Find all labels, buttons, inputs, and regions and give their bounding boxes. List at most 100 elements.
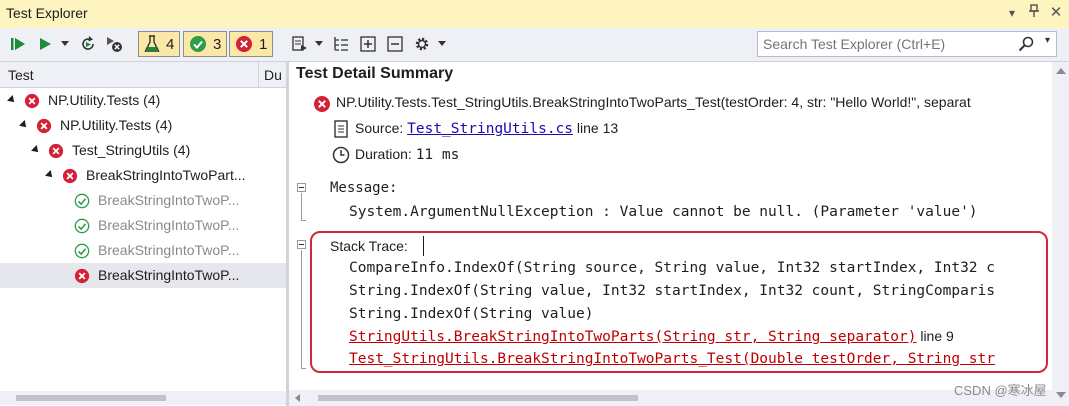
scrollbar-thumb[interactable] <box>318 395 638 401</box>
dropdown-icon <box>61 41 69 46</box>
cancel-run-button[interactable] <box>103 33 125 55</box>
repeat-last-run-button[interactable] <box>77 33 99 55</box>
tree-item-label: NP.Utility.Tests (4) <box>48 92 161 108</box>
duration-label: Duration: <box>355 146 412 162</box>
fail-icon <box>62 168 78 184</box>
title-bar: Test Explorer ▾ ✕ <box>0 0 1069 29</box>
dropdown-icon <box>315 41 323 46</box>
scroll-up-icon[interactable] <box>1056 68 1066 74</box>
search-input[interactable] <box>763 35 1023 53</box>
expand-arrow-icon[interactable] <box>45 170 55 180</box>
refresh-icon <box>82 36 94 50</box>
expand-all-button[interactable] <box>357 33 379 55</box>
detail-vertical-scrollbar[interactable] <box>1052 62 1069 406</box>
tree-item[interactable]: BreakStringIntoTwoPart... <box>0 163 286 188</box>
flask-icon <box>144 35 160 52</box>
search-icon[interactable] <box>1018 36 1034 55</box>
clock-icon <box>332 146 350 164</box>
stack-trace-collapse-toggle[interactable] <box>297 240 306 249</box>
expand-arrow-icon[interactable] <box>19 120 29 130</box>
dropdown-icon <box>438 41 446 46</box>
scroll-down-icon[interactable] <box>1056 392 1066 398</box>
passed-count: 3 <box>213 35 222 53</box>
test-detail-panel: Test Detail Summary NP.Utility.Tests.Tes… <box>289 62 1069 406</box>
duration-row: Duration: 11 ms <box>355 146 459 163</box>
fail-icon <box>74 268 90 284</box>
tree-item-label: BreakStringIntoTwoP... <box>98 267 240 283</box>
tree-item[interactable]: NP.Utility.Tests (4) <box>0 88 286 113</box>
settings-icon <box>415 37 429 51</box>
run-button[interactable] <box>34 33 56 55</box>
failed-tests-filter[interactable]: 1 <box>229 31 274 57</box>
settings-dropdown-button[interactable] <box>436 33 448 55</box>
column-header-duration[interactable]: Du <box>259 62 286 88</box>
run-all-icon <box>11 38 25 50</box>
column-header-duration-label: Du <box>264 67 282 83</box>
hierarchy-icon <box>334 37 348 51</box>
tree-item[interactable]: NP.Utility.Tests (4) <box>0 113 286 138</box>
fail-icon <box>236 36 252 52</box>
source-file-link[interactable]: Test_StringUtils.cs <box>407 121 573 137</box>
tree-item-label: Test_StringUtils (4) <box>72 142 191 158</box>
run-all-button[interactable] <box>6 33 30 55</box>
message-fold-line <box>301 193 302 220</box>
expand-arrow-icon[interactable] <box>7 95 17 105</box>
pass-icon <box>190 36 206 52</box>
stack-fold-end <box>301 368 306 369</box>
fail-icon <box>314 96 330 112</box>
test-tree-panel: Test Du NP.Utility.Tests (4) NP.Utility.T… <box>0 62 286 406</box>
column-header-test-label: Test <box>8 67 34 83</box>
tree-item[interactable]: BreakStringIntoTwoP... <box>0 188 286 213</box>
tree-item[interactable]: Test_StringUtils (4) <box>0 138 286 163</box>
scrollbar-thumb[interactable] <box>16 395 166 401</box>
expand-arrow-icon[interactable] <box>31 145 41 155</box>
playlist-button[interactable] <box>289 33 311 55</box>
run-dropdown-button[interactable] <box>58 33 72 55</box>
cancel-run-icon <box>107 37 122 52</box>
tree-item-label: BreakStringIntoTwoP... <box>98 217 240 233</box>
fail-icon <box>48 143 64 159</box>
window-options-dropdown-icon[interactable]: ▾ <box>1003 4 1021 22</box>
total-tests-filter[interactable]: 4 <box>138 31 181 57</box>
close-icon[interactable]: ✕ <box>1047 4 1065 22</box>
message-text: System.ArgumentNullException : Value can… <box>349 204 978 220</box>
fail-icon <box>24 93 40 109</box>
search-box[interactable]: ▾ <box>757 31 1057 57</box>
collapse-all-button[interactable] <box>384 33 406 55</box>
detail-horizontal-scrollbar[interactable] <box>289 390 1052 406</box>
failed-count: 1 <box>259 35 268 53</box>
group-by-button[interactable] <box>330 33 352 55</box>
total-count: 4 <box>166 35 175 53</box>
fail-icon <box>36 118 52 134</box>
scroll-left-icon[interactable] <box>295 394 300 402</box>
expand-all-icon <box>360 36 376 52</box>
tree-item[interactable]: BreakStringIntoTwoP... <box>0 238 286 263</box>
toolbar: 4 3 1 ▾ <box>0 28 1069 62</box>
source-row: Source: Test_StringUtils.cs line 13 <box>355 120 618 137</box>
collapse-all-icon <box>387 36 403 52</box>
column-header-test[interactable]: Test <box>0 62 259 88</box>
tree-item[interactable]: BreakStringIntoTwoP... <box>0 213 286 238</box>
pin-icon[interactable] <box>1025 4 1043 22</box>
failed-test-name: NP.Utility.Tests.Test_StringUtils.BreakS… <box>336 94 971 110</box>
tree-item-label: BreakStringIntoTwoP... <box>98 192 240 208</box>
passed-tests-filter[interactable]: 3 <box>183 31 228 57</box>
pass-icon <box>74 243 90 259</box>
stack-fold-line <box>301 250 302 368</box>
settings-button[interactable] <box>411 33 433 55</box>
playlist-icon <box>292 36 307 51</box>
source-line: line 13 <box>576 120 619 136</box>
detail-heading: Test Detail Summary <box>296 65 454 82</box>
pass-icon <box>74 218 90 234</box>
tree-item-label: BreakStringIntoTwoPart... <box>86 167 246 183</box>
tree-item[interactable]: BreakStringIntoTwoP... <box>0 263 286 288</box>
message-collapse-toggle[interactable] <box>297 183 306 192</box>
search-options-dropdown-icon[interactable]: ▾ <box>1045 35 1050 46</box>
watermark: CSDN @寒冰屋 <box>954 383 1047 398</box>
playlist-dropdown-button[interactable] <box>313 33 325 55</box>
source-file-icon <box>334 120 348 138</box>
tree-horizontal-scrollbar[interactable] <box>0 391 286 405</box>
tree-item-label: NP.Utility.Tests (4) <box>60 117 173 133</box>
message-fold-end <box>301 220 306 221</box>
run-icon <box>40 38 51 50</box>
